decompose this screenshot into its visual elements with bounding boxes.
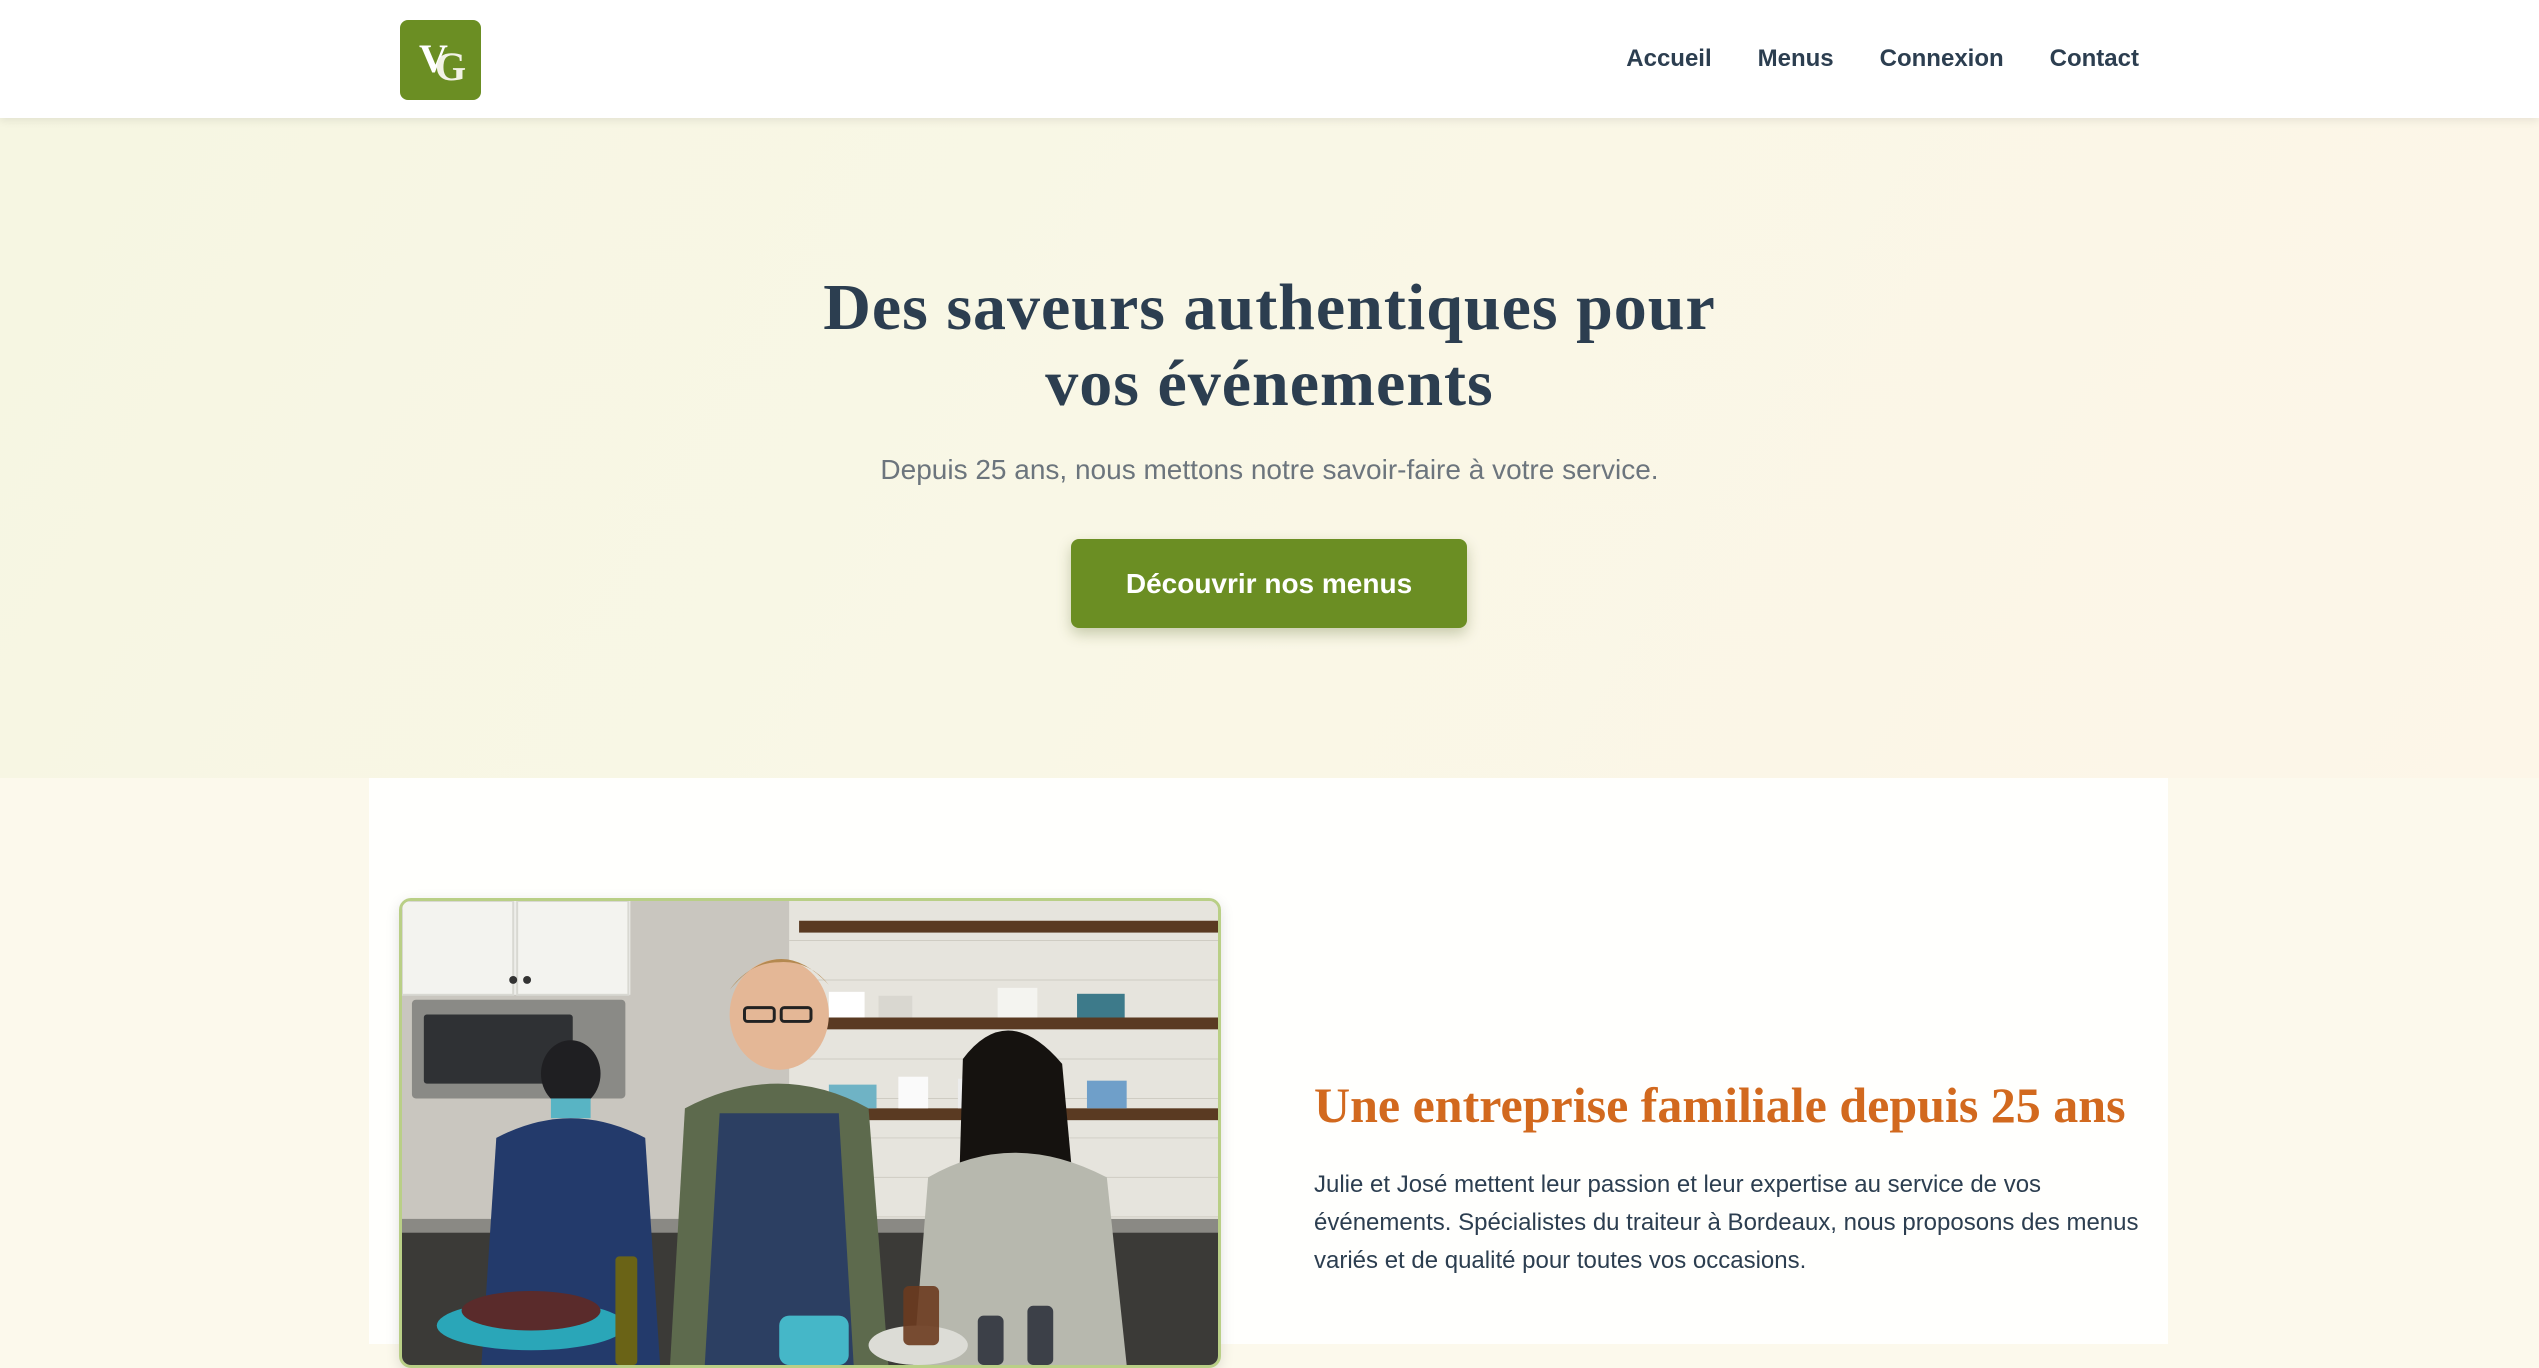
about-description: Julie et José mettent leur passion et le… [1314,1171,2139,1274]
svg-text:G: G [435,44,466,89]
about-title: Une entreprise familiale depuis 25 ans [1314,1077,2126,1133]
nav-link-menus[interactable]: Menus [1758,45,1834,73]
nav-link-connexion[interactable]: Connexion [1880,45,2004,73]
nav-link-contact[interactable]: Contact [2050,45,2139,73]
kitchen-photo [399,898,1221,1368]
hero-subtitle: Depuis 25 ans, nous mettons notre savoir… [880,454,1659,485]
logo-icon: V G [419,36,466,89]
nav-link-accueil[interactable]: Accueil [1626,45,1711,73]
hero-section: Des saveurs authentiques pour vos événem… [0,118,2539,778]
discover-menus-button[interactable]: Découvrir nos menus [1071,539,1467,628]
logo-link[interactable]: V G [400,20,481,100]
about-section: Une entreprise familiale depuis 25 ans J… [369,778,2168,1368]
hero-title: Des saveurs authentiques pour vos événem… [823,271,1716,420]
site-header: V G Accueil Menus Connexion Contact [0,0,2539,118]
main-nav: Accueil Menus Connexion Contact [1626,0,2139,118]
kitchen-photo-illustration [402,901,1218,1365]
